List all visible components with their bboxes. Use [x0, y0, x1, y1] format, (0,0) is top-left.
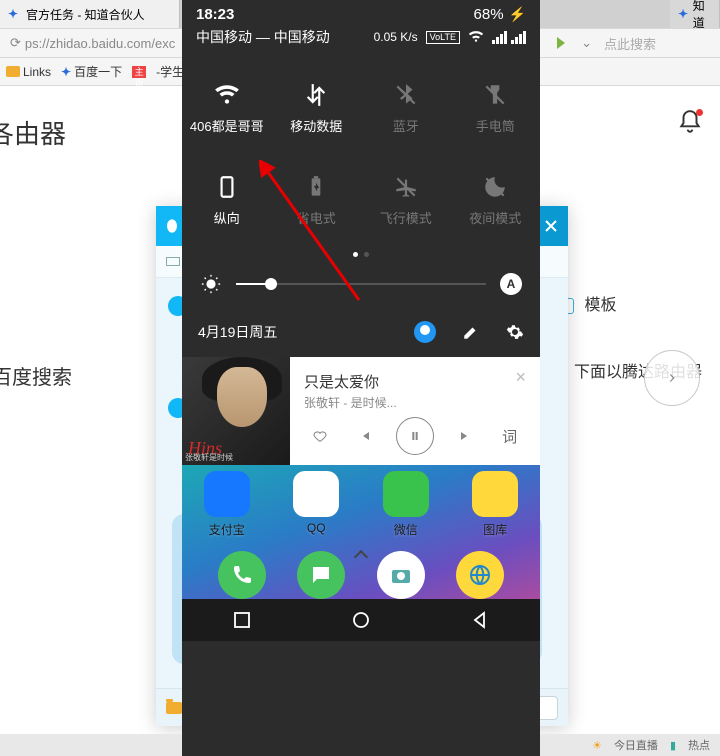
browser-tab-1[interactable]: ✦ 官方任务 - 知道合伙人 [0, 0, 180, 28]
qs-wifi[interactable]: 406都是哥哥 [182, 62, 272, 154]
brightness-icon [200, 273, 222, 295]
home-badge-icon: 主页 [132, 66, 146, 78]
app-gallery[interactable]: 图库 [459, 471, 531, 538]
bookmark-baidu[interactable]: ✦百度一下 [61, 63, 122, 80]
folder-icon [6, 66, 20, 77]
data-icon [303, 82, 329, 108]
like-button[interactable] [306, 422, 334, 450]
prev-button[interactable] [351, 422, 379, 450]
folder-icon[interactable] [166, 702, 182, 714]
battery-saver-icon [303, 174, 329, 200]
net-speed: 0.05 K/s [374, 30, 418, 44]
wechat-icon [383, 471, 429, 517]
clock: 18:23 [196, 6, 234, 23]
battery-text: 68% [474, 6, 504, 23]
carrier-text: 中国移动 — 中国移动 [196, 27, 330, 47]
today-live[interactable]: 今日直播 [614, 737, 658, 753]
qs-night[interactable]: 夜间模式 [451, 154, 541, 246]
qs-saver[interactable]: 省电式 [272, 154, 362, 246]
dropdown-icon[interactable]: ⌄ [581, 35, 592, 51]
tab-title: 知道 [693, 0, 711, 31]
hot-icon: ▮ [670, 739, 676, 752]
notification-bell[interactable] [677, 109, 705, 137]
music-player: Hins 张敬轩是时候 × 只是太爱你 张敬轩 - 是时候... 词 [182, 357, 540, 465]
wifi-icon [468, 30, 484, 44]
nav-bar [182, 599, 540, 641]
song-title: 只是太爱你 [290, 357, 540, 394]
template-label[interactable]: 模板 [584, 297, 616, 314]
baidu-icon: ✦ [678, 7, 689, 21]
phone-overlay: 18:23 68% ⚡ 中国移动 — 中国移动 0.05 K/s VoLTE 4… [182, 0, 540, 756]
charging-icon: ⚡ [509, 6, 526, 23]
app-wechat[interactable]: 微信 [370, 471, 442, 538]
qs-torch[interactable]: 手电筒 [451, 62, 541, 154]
tab-title: 官方任务 - 知道合伙人 [26, 6, 145, 23]
next-button[interactable] [451, 422, 479, 450]
signal-icon [511, 31, 526, 44]
search-input[interactable]: 点此搜索 [604, 34, 714, 53]
bluetooth-icon [393, 82, 419, 108]
signal-icon [492, 31, 507, 44]
view-icon[interactable] [166, 257, 180, 266]
status-bar: 18:23 68% ⚡ 中国移动 — 中国移动 0.05 K/s VoLTE [182, 0, 540, 62]
album-art[interactable]: Hins 张敬轩是时候 [182, 357, 290, 465]
reload-icon[interactable]: ⟳ [10, 35, 21, 51]
user-icon[interactable] [414, 321, 436, 343]
hot-label[interactable]: 热点 [688, 737, 710, 753]
app-alipay[interactable]: 支付宝 [191, 471, 263, 538]
qs-bluetooth[interactable]: 蓝牙 [361, 62, 451, 154]
browser-tab-extra[interactable]: ✦ 知道 [670, 0, 720, 28]
brightness-row: A [182, 273, 540, 295]
baidu-icon: ✦ [61, 65, 71, 79]
recents-button[interactable] [232, 610, 252, 630]
settings-icon[interactable] [506, 323, 524, 341]
page-indicator [182, 252, 540, 257]
wifi-icon [214, 82, 240, 108]
qs-airplane[interactable]: 飞行模式 [361, 154, 451, 246]
baidu-icon: ✦ [8, 7, 22, 21]
night-icon [482, 174, 508, 200]
penguin-icon [162, 216, 182, 236]
song-artist: 张敬轩 - 是时候... [290, 394, 540, 411]
auto-brightness-toggle[interactable]: A [500, 273, 522, 295]
portrait-icon [214, 174, 240, 200]
lyrics-button[interactable]: 词 [496, 422, 524, 450]
brightness-slider[interactable] [236, 283, 486, 285]
edit-icon[interactable] [462, 323, 480, 341]
home-screen: 支付宝 QQ 微信 图库 [182, 465, 540, 641]
back-button[interactable] [470, 610, 490, 630]
alipay-icon [204, 471, 250, 517]
messages-app[interactable] [297, 551, 345, 599]
app-qq[interactable]: QQ [280, 471, 352, 538]
camera-app[interactable] [377, 551, 425, 599]
qs-data[interactable]: 移动数据 [272, 62, 362, 154]
music-close-button[interactable]: × [515, 367, 526, 388]
bookmark-home[interactable]: 主页 [132, 66, 146, 78]
browser-app[interactable] [456, 551, 504, 599]
date-row: 4月19日周五 [182, 313, 540, 357]
page-title: 各由器 [0, 119, 66, 149]
qs-portrait[interactable]: 纵向 [182, 154, 272, 246]
phone-app[interactable] [218, 551, 266, 599]
sun-icon: ☀ [592, 739, 602, 752]
volte-badge: VoLTE [426, 31, 460, 44]
baidu-search-label: 百度搜索 [0, 361, 142, 390]
quick-settings: 406都是哥哥 移动数据 蓝牙 手电筒 纵向 省电式 飞行模式 夜间模式 [182, 62, 540, 246]
gallery-icon [472, 471, 518, 517]
date-text: 4月19日周五 [198, 322, 277, 342]
notification-dot [696, 109, 703, 116]
qq-icon [293, 471, 339, 517]
play-pause-button[interactable] [396, 417, 434, 455]
album-caption: 张敬轩是时候 [185, 452, 233, 463]
dock [182, 551, 540, 599]
flashlight-icon [482, 82, 508, 108]
airplane-icon [393, 174, 419, 200]
url-text[interactable]: ps://zhidao.baidu.com/exc [25, 36, 175, 51]
bookmark-links[interactable]: Links [6, 65, 51, 79]
forward-button[interactable] [644, 350, 700, 406]
play-icon[interactable] [557, 37, 565, 49]
home-button[interactable] [351, 610, 371, 630]
